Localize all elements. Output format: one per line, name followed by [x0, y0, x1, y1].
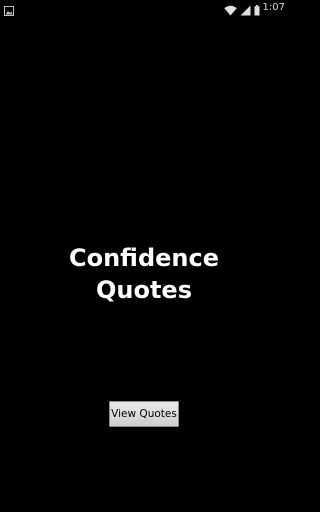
gallery-icon — [4, 3, 14, 16]
signal-icon — [240, 3, 251, 15]
battery-icon — [254, 3, 260, 15]
app-title-line2: Quotes — [95, 276, 192, 304]
app-title-line1: Confidence — [68, 244, 220, 272]
status-time: 1:07 — [262, 2, 285, 13]
app-title: Confidence Quotes — [0, 242, 288, 306]
wifi-icon — [223, 3, 237, 15]
status-icons: 1:07 — [223, 1, 285, 15]
view-quotes-button[interactable]: View Quotes — [109, 401, 179, 427]
status-bar: 1:07 — [0, 0, 288, 16]
